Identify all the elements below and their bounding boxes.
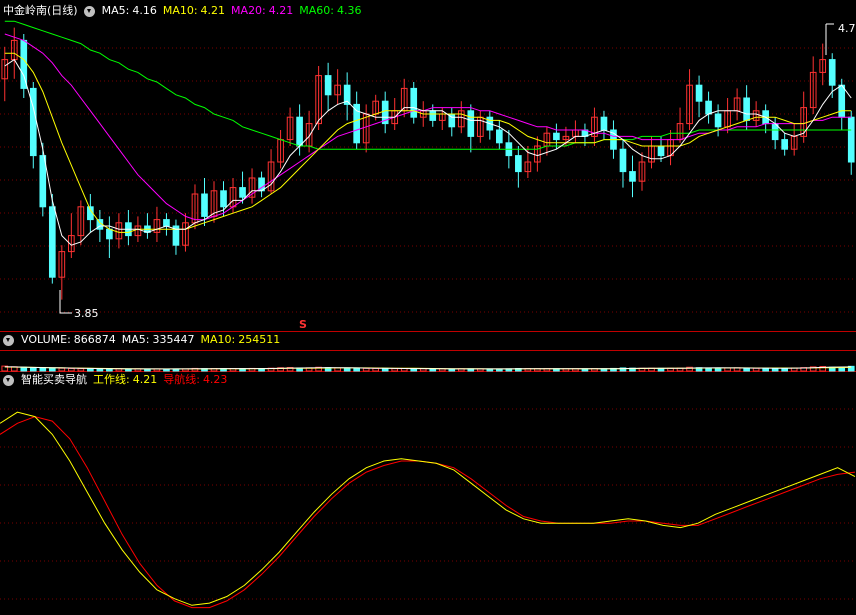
candle-down [220,190,227,208]
candle-down [553,132,560,141]
volume-bar-down [762,367,769,372]
volume-bar-down [343,367,351,372]
candle-down [496,129,503,144]
candle-down [600,116,608,131]
ma5-value: 4.16 [132,4,157,17]
candle-down [48,206,56,278]
candle-down [467,110,475,137]
volume-bar-up [724,367,731,372]
low-price-marker: 3.85 [74,307,99,320]
dropdown-circle-icon[interactable] [3,334,14,346]
candle-down [29,87,37,157]
volume-bar-down [381,368,389,372]
ma20-value: 4.21 [268,4,294,17]
candle-down [619,148,627,173]
volume-bar-up [362,367,370,372]
indicator-name[interactable]: 智能买卖导航 [21,371,87,389]
dropdown-circle-icon[interactable] [83,5,95,17]
ma5-line [4,58,852,246]
vol-ma10-label: MA10: [200,333,236,346]
ma60-label: MA60: [299,4,334,17]
candle-down [163,219,170,227]
indicator-panel[interactable] [0,411,856,609]
ma60-value: 4.36 [336,4,362,17]
volume-value: 866874 [73,333,116,346]
guide-line-value: 4.23 [202,373,228,386]
high-price-marker: 4.7 [838,22,856,35]
period-label[interactable]: (日线) [47,2,78,20]
indicator-legend: 智能买卖导航 工作线: 4.21 导航线: 4.23 [0,371,227,389]
volume-legend: VOLUME: 866874 MA5: 335447 MA10: 254511 [0,331,280,349]
candle-down [201,193,208,217]
work-line-value: 4.21 [132,373,158,386]
price-legend: 中金岭南 (日线) MA5: 4.16 MA10: 4.21 MA20: 4.21 MA… [0,2,361,20]
candle-down [714,113,722,128]
ma20-label: MA20: [231,4,266,17]
ma5-label: MA5: [101,4,130,17]
ma20-line [4,33,852,221]
candle-down [743,97,750,121]
guide-line [0,416,856,609]
work-line-label: 工作线: [93,373,130,386]
volume-bar-down [743,367,750,372]
candle-down [239,187,246,198]
volume-bar-up [372,367,380,372]
candle-down [39,155,47,208]
stock-chart[interactable]: 4.7 3.85 S [0,0,856,615]
candle-down [296,116,303,147]
vol-ma10-value: 254511 [238,333,281,346]
candle-down [657,145,665,157]
guide-line-label: 导航线: [163,373,200,386]
candle-down [324,75,332,96]
volume-label: VOLUME: [21,333,71,346]
ma10-label: MA10: [162,4,198,17]
dropdown-circle-icon[interactable] [3,374,14,386]
candle-down [847,116,855,163]
vol-ma5-value: 335447 [152,333,195,346]
candle-down [106,228,113,240]
ma10-line [4,52,852,233]
candle-down [695,84,703,102]
candle-down [515,155,522,173]
volume-ma5-line [4,366,852,370]
volume-bar-up [334,367,341,372]
candle-down [705,100,712,115]
volume-bar-up [391,368,399,372]
candle-down [410,87,418,118]
volume-bar-up [752,367,760,372]
candle-down [838,84,846,118]
signal-marker: S [299,318,307,331]
candle-down [828,59,836,86]
vol-ma5-label: MA5: [121,333,150,346]
price-panel[interactable] [1,20,855,314]
volume-bar-down [353,367,360,372]
volume-bar-down [714,367,722,372]
candle-down [629,171,636,182]
ma10-value: 4.21 [200,4,226,17]
work-line [0,411,856,606]
stock-name[interactable]: 中金岭南 [3,2,47,20]
candle-down [429,110,437,121]
candle-down [781,139,788,150]
